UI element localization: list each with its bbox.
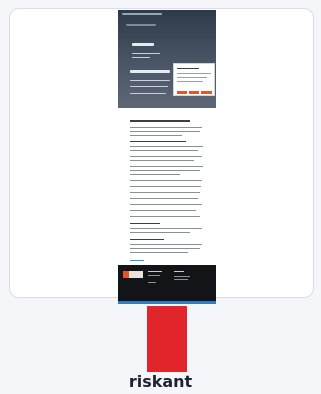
hero-text	[132, 57, 150, 58]
footer-text	[148, 282, 156, 283]
hero-subline	[126, 24, 156, 26]
hero-text	[130, 80, 170, 81]
risk-label: riskant	[128, 372, 193, 391]
body-text	[130, 252, 188, 253]
dialog-text	[177, 68, 199, 69]
body-text	[130, 228, 202, 229]
list-item	[130, 192, 200, 193]
footer-text	[148, 275, 160, 276]
list-item	[130, 180, 202, 181]
footer-text	[148, 271, 162, 272]
hero-text	[130, 86, 168, 87]
hero-text	[132, 53, 160, 54]
body-text	[130, 244, 202, 245]
body-text	[130, 170, 200, 171]
page-thumbnail[interactable]	[118, 10, 216, 304]
risk-indicator-swatch	[147, 306, 187, 372]
dialog-button-left[interactable]	[177, 91, 187, 94]
section-heading	[130, 120, 190, 122]
dialog-button-right[interactable]	[201, 91, 212, 94]
hero-heading	[130, 70, 170, 73]
nav-bar	[122, 13, 162, 15]
section-heading	[130, 239, 164, 240]
logo-accent	[123, 271, 129, 278]
dialog-text	[177, 81, 203, 82]
hero-text	[130, 93, 166, 94]
site-footer	[118, 265, 216, 301]
body-text	[130, 150, 198, 151]
list-item	[130, 186, 201, 187]
cookie-dialog[interactable]	[173, 63, 215, 96]
body-text	[130, 156, 202, 157]
body-text	[130, 127, 202, 128]
body-text	[130, 146, 203, 147]
body-text	[130, 166, 203, 167]
dialog-button-middle[interactable]	[189, 91, 199, 94]
footer-text	[174, 276, 190, 277]
body-text	[130, 135, 182, 136]
body-text	[130, 174, 180, 175]
body-text	[130, 131, 200, 132]
body-text	[130, 248, 200, 249]
body-text	[130, 160, 194, 161]
footer-strip	[118, 301, 216, 304]
list-item	[130, 210, 196, 211]
list-item	[130, 198, 198, 199]
section-heading	[130, 223, 160, 224]
body-text	[130, 232, 190, 233]
list-item	[130, 204, 202, 205]
text-link[interactable]	[130, 260, 144, 261]
list-item	[130, 216, 200, 217]
dialog-text	[177, 73, 211, 74]
footer-text	[174, 279, 188, 280]
footer-text	[174, 271, 184, 272]
dialog-text	[177, 77, 207, 78]
section-heading	[130, 141, 186, 142]
hero-title	[132, 43, 154, 46]
